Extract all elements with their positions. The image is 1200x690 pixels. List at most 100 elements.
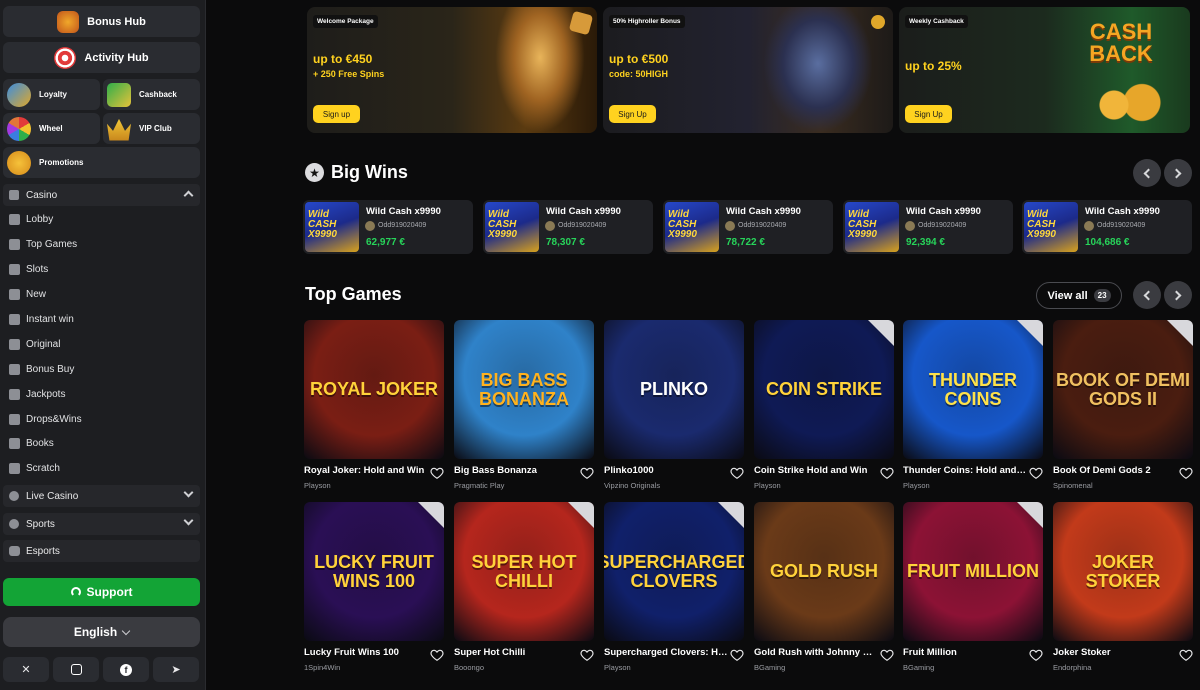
chevron-right-icon bbox=[1171, 290, 1182, 300]
tile-loyalty[interactable]: Loyalty bbox=[3, 79, 100, 110]
game-card[interactable]: COIN STRIKE Coin Strike Hold and Win Plays… bbox=[754, 320, 894, 490]
promo-weekly-cashback[interactable]: CASH BACK Weekly Cashback up to 25% Sign… bbox=[899, 7, 1190, 133]
favorite-heart-icon[interactable] bbox=[1029, 648, 1043, 662]
social-x-button[interactable]: ✕ bbox=[3, 657, 49, 682]
promo-signup-button[interactable]: Sign Up bbox=[905, 105, 952, 123]
favorite-heart-icon[interactable] bbox=[730, 466, 744, 480]
favorite-heart-icon[interactable] bbox=[430, 466, 444, 480]
percent-icon bbox=[7, 150, 31, 175]
bonus-hub-button[interactable]: Bonus Hub bbox=[3, 6, 200, 37]
sports-icon bbox=[9, 519, 19, 529]
sidebar-item-drops-wins[interactable]: Drops&Wins bbox=[9, 410, 82, 428]
chevron-down-icon bbox=[183, 487, 194, 498]
sidebar-item-slots[interactable]: Slots bbox=[9, 260, 48, 278]
game-card[interactable]: PLINKO Plinko1000 Vipzino Originals bbox=[604, 320, 744, 490]
game-card[interactable]: THUNDER COINS Thunder Coins: Hold and Win… bbox=[903, 320, 1043, 490]
game-card[interactable]: JOKER STOKER Joker Stoker Endorphina bbox=[1053, 502, 1193, 672]
favorite-heart-icon[interactable] bbox=[730, 648, 744, 662]
game-thumbnail[interactable]: FRUIT MILLION bbox=[903, 502, 1043, 641]
big-win-card[interactable]: Wild CASH X9990 Wild Cash x9990 Odd91902… bbox=[483, 200, 653, 254]
nav-label: Top Games bbox=[26, 238, 78, 250]
game-card[interactable]: ROYAL JOKER Royal Joker: Hold and Win Play… bbox=[304, 320, 444, 490]
big-wins-next-button[interactable] bbox=[1164, 159, 1192, 187]
game-thumbnail[interactable]: BOOK OF DEMI GODS II bbox=[1053, 320, 1193, 459]
favorite-heart-icon[interactable] bbox=[1179, 648, 1193, 662]
original-icon bbox=[9, 338, 20, 350]
game-card[interactable]: SUPERCHARGED CLOVERS Supercharged Clovers… bbox=[604, 502, 744, 672]
instant-win-icon bbox=[9, 313, 20, 325]
promo-signup-button[interactable]: Sign Up bbox=[609, 105, 656, 123]
tile-promotions[interactable]: Promotions bbox=[3, 147, 200, 178]
sidebar-item-instant-win[interactable]: Instant win bbox=[9, 310, 74, 328]
game-thumbnail[interactable]: BIG BASS BONANZA bbox=[454, 320, 594, 459]
game-art-title: LUCKY FRUIT WINS 100 bbox=[314, 551, 434, 591]
sidebar-item-jackpots[interactable]: Jackpots bbox=[9, 385, 65, 403]
activity-hub-label: Activity Hub bbox=[84, 51, 149, 64]
favorite-heart-icon[interactable] bbox=[580, 648, 594, 662]
sidebar-item-books[interactable]: Books bbox=[9, 434, 54, 452]
social-facebook-button[interactable]: f bbox=[103, 657, 149, 682]
game-thumbnail[interactable]: LUCKY FRUIT WINS 100 bbox=[304, 502, 444, 641]
favorite-heart-icon[interactable] bbox=[1029, 466, 1043, 480]
game-thumbnail[interactable]: PLINKO bbox=[604, 320, 744, 459]
favorite-heart-icon[interactable] bbox=[430, 648, 444, 662]
social-telegram-button[interactable]: ➤ bbox=[153, 657, 199, 682]
game-thumbnail[interactable]: COIN STRIKE bbox=[754, 320, 894, 459]
game-card[interactable]: LUCKY FRUIT WINS 100 Lucky Fruit Wins 100… bbox=[304, 502, 444, 672]
promo-subline: + 250 Free Spins bbox=[313, 69, 385, 79]
favorite-heart-icon[interactable] bbox=[880, 648, 894, 662]
game-thumbnail[interactable]: JOKER STOKER bbox=[1053, 502, 1193, 641]
activity-hub-button[interactable]: Activity Hub bbox=[3, 42, 200, 73]
big-win-card[interactable]: Wild CASH X9990 Wild Cash x9990 Odd91902… bbox=[663, 200, 833, 254]
favorite-heart-icon[interactable] bbox=[580, 466, 594, 480]
view-all-button[interactable]: View all 23 bbox=[1036, 282, 1122, 309]
game-card[interactable]: BIG BASS BONANZA Big Bass Bonanza Pragmati… bbox=[454, 320, 594, 490]
game-thumbnail: Wild CASH X9990 bbox=[485, 202, 539, 252]
esports-link[interactable]: Esports bbox=[3, 540, 200, 562]
sidebar-item-new[interactable]: New bbox=[9, 285, 46, 303]
game-card[interactable]: FRUIT MILLION Fruit Million BGaming bbox=[903, 502, 1043, 672]
tile-cashback[interactable]: Cashback bbox=[103, 79, 200, 110]
support-button[interactable]: Support bbox=[3, 578, 200, 606]
drops-icon bbox=[9, 413, 20, 425]
top-games-prev-button[interactable] bbox=[1133, 281, 1161, 309]
game-card[interactable]: BOOK OF DEMI GODS II Book Of Demi Gods 2 S… bbox=[1053, 320, 1193, 490]
crown-icon bbox=[107, 118, 131, 141]
game-thumbnail: Wild CASH X9990 bbox=[1024, 202, 1078, 252]
sidebar-item-bonus-buy[interactable]: Bonus Buy bbox=[9, 360, 74, 378]
game-art-title: COIN STRIKE bbox=[765, 379, 882, 399]
sidebar-item-scratch[interactable]: Scratch bbox=[9, 459, 60, 477]
social-instagram-button[interactable] bbox=[53, 657, 99, 682]
game-card[interactable]: SUPER HOT CHILLI Super Hot Chilli Booongo bbox=[454, 502, 594, 672]
casino-section-toggle[interactable]: Casino bbox=[3, 184, 200, 206]
favorite-heart-icon[interactable] bbox=[880, 466, 894, 480]
promo-highroller-bonus[interactable]: 50% Highroller Bonus up to €500 code: 50… bbox=[603, 7, 893, 133]
game-thumbnail[interactable]: ROYAL JOKER bbox=[304, 320, 444, 459]
game-card[interactable]: GOLD RUSH Gold Rush with Johnny Cash BGami… bbox=[754, 502, 894, 672]
game-thumbnail[interactable]: GOLD RUSH bbox=[754, 502, 894, 641]
promo-signup-button[interactable]: Sign up bbox=[313, 105, 360, 123]
book-icon bbox=[9, 437, 20, 449]
big-win-card[interactable]: Wild CASH X9990 Wild Cash x9990 Odd91902… bbox=[1022, 200, 1192, 254]
headset-icon bbox=[70, 587, 81, 597]
lobby-icon bbox=[9, 213, 20, 225]
game-thumbnail[interactable]: THUNDER COINS bbox=[903, 320, 1043, 459]
sidebar-item-top-games[interactable]: Top Games bbox=[9, 235, 77, 253]
top-games-next-button[interactable] bbox=[1164, 281, 1192, 309]
game-thumbnail[interactable]: SUPER HOT CHILLI bbox=[454, 502, 594, 641]
sports-section-toggle[interactable]: Sports bbox=[3, 513, 200, 535]
promo-welcome-package[interactable]: Welcome Package up to €450 + 250 Free Sp… bbox=[307, 7, 597, 133]
language-select[interactable]: English bbox=[3, 617, 200, 647]
scratch-icon bbox=[9, 462, 20, 474]
promo-art bbox=[763, 7, 873, 133]
live-casino-section-toggle[interactable]: Live Casino bbox=[3, 485, 200, 507]
favorite-heart-icon[interactable] bbox=[1179, 466, 1193, 480]
big-wins-prev-button[interactable] bbox=[1133, 159, 1161, 187]
tile-wheel[interactable]: Wheel bbox=[3, 113, 100, 144]
tile-vip-club[interactable]: VIP Club bbox=[103, 113, 200, 144]
sidebar-item-original[interactable]: Original bbox=[9, 335, 60, 353]
game-thumbnail[interactable]: SUPERCHARGED CLOVERS bbox=[604, 502, 744, 641]
sidebar-item-lobby[interactable]: Lobby bbox=[9, 210, 53, 228]
big-win-card[interactable]: Wild CASH X9990 Wild Cash x9990 Odd91902… bbox=[843, 200, 1013, 254]
big-win-card[interactable]: Wild CASH X9990 Wild Cash x9990 Odd91902… bbox=[303, 200, 473, 254]
